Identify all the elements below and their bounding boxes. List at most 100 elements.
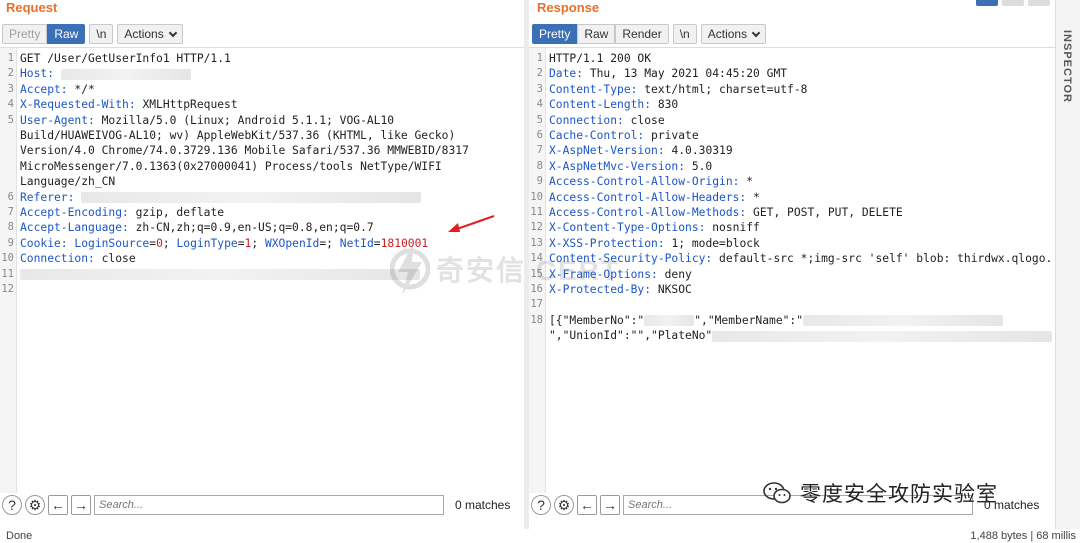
header-value: * [753, 190, 760, 204]
request-line: 3 Accept: */* [0, 82, 524, 97]
header-value: Thu, 13 May 2021 04:45:20 GMT [589, 67, 788, 81]
line-number: 13 [530, 236, 543, 249]
header-value: ; [162, 236, 177, 250]
line-code: Accept: */* [20, 82, 95, 97]
header-value: nosniff [712, 221, 760, 235]
line-code: Language/zh_CN [20, 174, 115, 189]
response-pane: Response Pretty Raw Render \n Actions 1H… [529, 0, 1055, 529]
request-raw-button[interactable]: Raw [47, 24, 86, 44]
line-number: 15 [530, 267, 543, 280]
header-name: Content-Security-Policy: [549, 252, 720, 266]
response-pretty-button[interactable]: Pretty [532, 24, 578, 44]
request-line: 4 X-Requested-With: XMLHttpRequest [0, 97, 524, 112]
line-number: 11 [1, 267, 14, 280]
response-actions-button[interactable]: Actions [700, 24, 767, 44]
layout-split-icon[interactable] [976, 0, 998, 6]
response-view-toggle: Pretty Raw Render [532, 24, 669, 44]
header-value: XMLHttpRequest [142, 98, 238, 112]
gear-icon[interactable]: ⚙ [554, 495, 574, 515]
header-name: Connection: [549, 113, 631, 127]
header-name: Accept-Language: [20, 221, 136, 235]
request-toolbar: Pretty Raw \n Actions [2, 24, 183, 44]
arrow-right-icon[interactable]: → [600, 495, 620, 515]
response-raw-button[interactable]: Raw [577, 24, 616, 44]
line-code: Version/4.0 Chrome/74.0.3729.136 Mobile … [20, 143, 469, 158]
request-search-input[interactable] [94, 495, 444, 515]
request-line: 9 Cookie: LoginSource=0; LoginType=1; WXO… [0, 236, 524, 251]
line-number: 14 [530, 252, 543, 265]
header-name: X-Requested-With: [20, 98, 143, 112]
layout-horizontal-icon[interactable] [1002, 0, 1024, 6]
gear-icon[interactable]: ⚙ [25, 495, 45, 515]
line-number: 2 [536, 67, 543, 80]
response-line: 15 X-Frame-Options: deny [529, 267, 1055, 282]
help-icon[interactable]: ? [531, 495, 551, 515]
line-code: Connection: close [20, 251, 136, 266]
inspector-panel[interactable]: INSPECTOR [1055, 0, 1080, 529]
header-name: Accept-Encoding: [20, 206, 136, 219]
status-left: Done [6, 530, 33, 542]
request-title: Request [6, 0, 58, 15]
line-code: X-AspNetMvc-Version: 5.0 [549, 159, 712, 174]
request-line: 6 Referer: [0, 190, 524, 205]
line-code: Referer: [20, 190, 422, 205]
response-line: 5 Connection: close [529, 113, 1055, 128]
line-code: GET /User/GetUserInfo1 HTTP/1.1 [20, 51, 231, 66]
response-line: 10 Access-Control-Allow-Headers: * [529, 190, 1055, 205]
line-number: 12 [530, 221, 543, 234]
request-view-toggle: Pretty Raw [2, 24, 86, 44]
response-line: 8 X-AspNetMvc-Version: 5.0 [529, 159, 1055, 174]
header-value: ; [251, 236, 265, 250]
request-line: 12 [0, 282, 524, 297]
response-line: 11 Access-Control-Allow-Methods: GET, POS… [529, 205, 1055, 220]
response-render-button[interactable]: Render [615, 24, 669, 44]
header-value: Version/4.0 Chrome/74.0.3729.136 Mobile … [20, 144, 469, 158]
line-number: 16 [530, 283, 543, 295]
response-line: 9 Access-Control-Allow-Origin: * [529, 174, 1055, 189]
header-name: X-Protected-By: [549, 283, 658, 296]
arrow-left-icon[interactable]: ← [48, 495, 68, 515]
header-value: */* [74, 82, 95, 96]
request-pretty-button[interactable]: Pretty [2, 24, 48, 44]
status-bar: Done 1,488 bytes | 68 millis [0, 529, 1080, 543]
header-value: Mozilla/5.0 (Linux; Android 5.1.1; VOG-A… [101, 113, 395, 127]
header-name: LoginSource [74, 236, 150, 250]
layout-toggle-group [976, 0, 1050, 6]
request-newline-button[interactable]: \n [89, 24, 114, 44]
line-code: Build/HUAWEIVOG-AL10; wv) AppleWebKit/53… [20, 128, 455, 143]
wechat-account-name: 零度安全攻防实验室 [800, 482, 998, 506]
response-line: 3 Content-Type: text/html; charset=utf-8 [529, 82, 1055, 97]
header-value: =; [319, 236, 340, 250]
header-name: User-Agent: [20, 113, 102, 127]
arrow-left-icon[interactable]: ← [577, 495, 597, 515]
response-newline-button[interactable]: \n [672, 24, 697, 44]
request-editor[interactable]: 1 GET /User/GetUserInfo1 HTTP/1.1 2 Host: 3… [0, 47, 524, 493]
line-code: X-Requested-With: XMLHttpRequest [20, 97, 238, 112]
request-actions-button[interactable]: Actions [117, 24, 183, 44]
line-code [20, 267, 420, 282]
header-value: NKSOC [657, 283, 692, 296]
line-number: 9 [536, 175, 543, 188]
redacted-value [81, 192, 422, 204]
request-line: 10 Connection: close [0, 251, 524, 266]
request-line: 11 [0, 267, 524, 282]
header-value: 1; mode=block [671, 236, 760, 250]
header-value: private [651, 129, 699, 142]
arrow-right-icon[interactable]: → [71, 495, 91, 515]
header-value: default-src *;img-src 'self' blob: third… [719, 252, 1053, 266]
line-number: 1 [536, 52, 543, 64]
response-line: 17 [529, 297, 1055, 312]
help-icon[interactable]: ? [2, 495, 22, 515]
line-number: 2 [7, 67, 14, 80]
header-value: ","UnionId":"","PlateNo" [549, 329, 713, 343]
request-search-bar: ? ⚙ ← → 0 matches [0, 493, 524, 517]
line-code: Cache-Control: private [549, 128, 699, 143]
line-number: 4 [536, 98, 543, 111]
header-value: = [237, 236, 245, 250]
chevron-down-icon [751, 28, 761, 38]
red-arrow-icon [448, 215, 495, 232]
line-number: 10 [530, 190, 543, 203]
header-name: X-Content-Type-Options: [549, 221, 713, 235]
response-editor[interactable]: 1 HTTP/1.1 200 OK 2 Date: Thu, 13 May 2021 … [529, 47, 1055, 493]
layout-single-icon[interactable] [1028, 0, 1050, 6]
